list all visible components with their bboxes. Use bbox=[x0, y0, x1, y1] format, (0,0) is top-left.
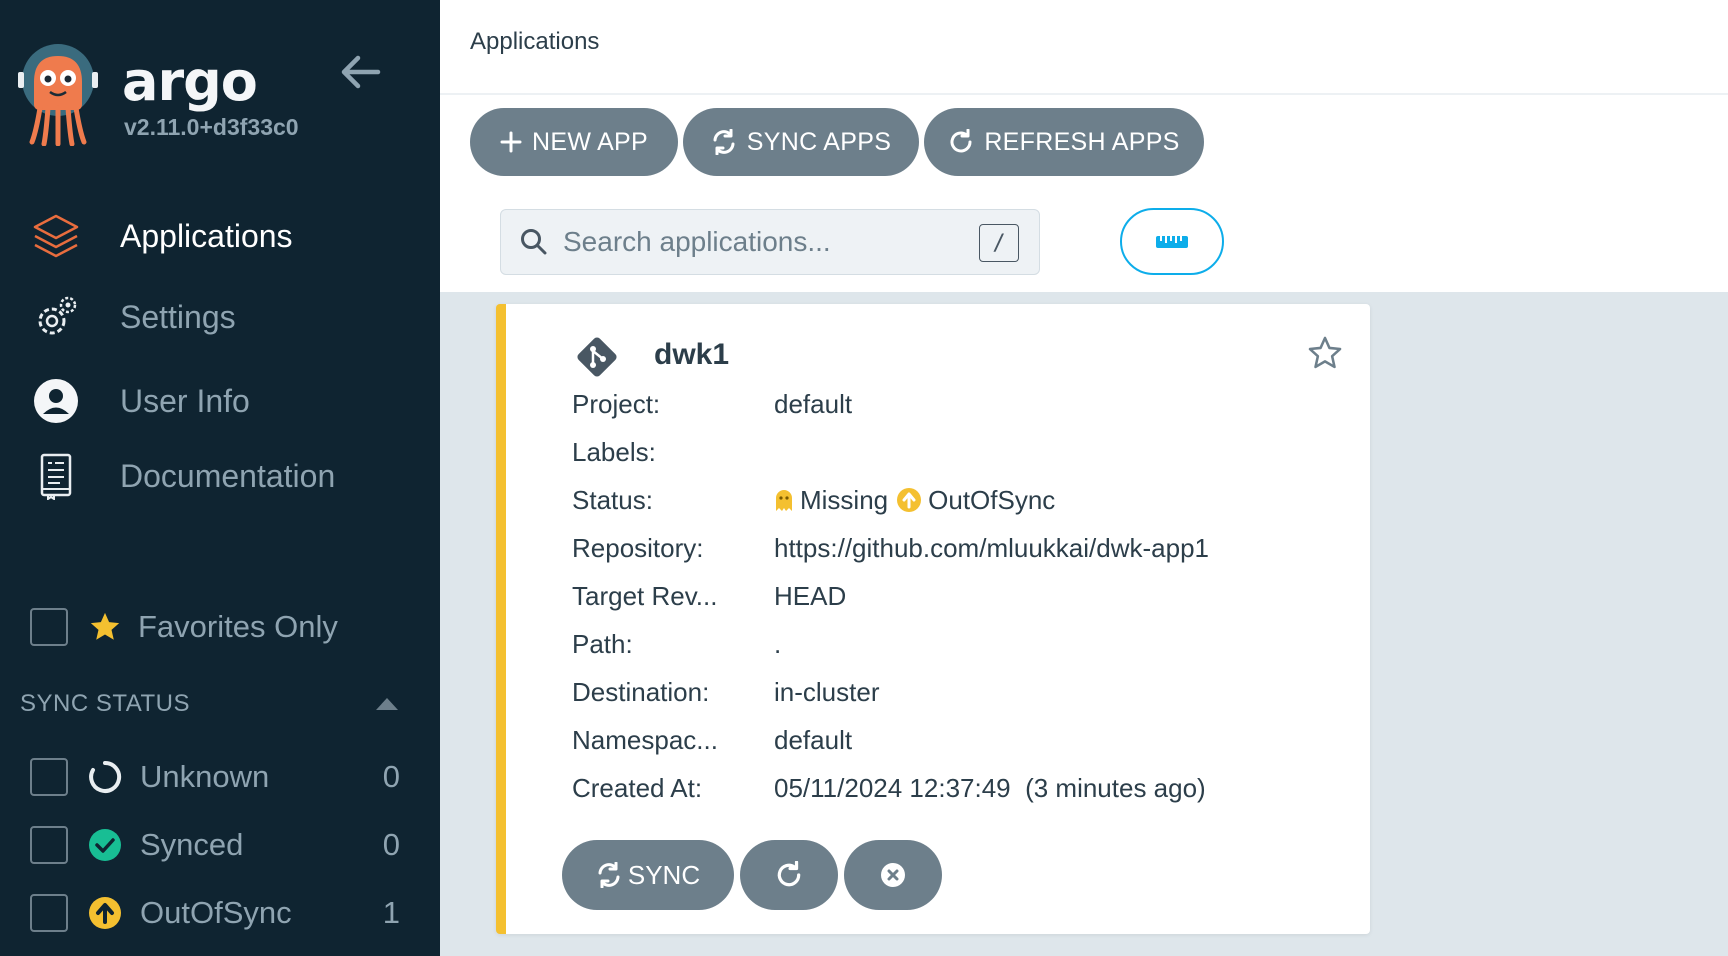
nav-applications[interactable]: Applications bbox=[28, 206, 293, 266]
application-card[interactable]: dwk1 Project: default Labels: Status: Mi… bbox=[496, 304, 1370, 934]
view-toggle-button[interactable] bbox=[1120, 208, 1224, 275]
filter-count: 0 bbox=[382, 759, 400, 794]
nav-label: Settings bbox=[120, 298, 236, 335]
arrow-up-circle-icon bbox=[897, 488, 922, 512]
check-circle-icon bbox=[89, 829, 121, 861]
favorites-only-filter[interactable]: Favorites Only bbox=[30, 608, 338, 646]
plus-icon bbox=[500, 131, 522, 153]
created-at-value: 05/11/2024 12:37:49 (3 minutes ago) bbox=[774, 772, 1206, 803]
refresh-icon bbox=[950, 129, 972, 153]
nav-user-info[interactable]: User Info bbox=[28, 371, 250, 431]
sync-status-title: SYNC STATUS bbox=[20, 690, 190, 717]
filter-unknown[interactable]: Unknown 0 bbox=[30, 755, 400, 799]
sync-icon bbox=[598, 862, 620, 888]
target-revision-value: HEAD bbox=[774, 580, 847, 611]
refresh-icon bbox=[777, 861, 801, 887]
argo-logo bbox=[18, 44, 98, 146]
search-icon bbox=[521, 229, 547, 255]
layers-icon bbox=[28, 208, 84, 264]
field-label: Labels: bbox=[572, 436, 656, 467]
sidebar: argo v2.11.0+d3f33c0 Applications Settin… bbox=[0, 0, 440, 956]
divider bbox=[440, 93, 1728, 95]
gears-icon bbox=[28, 289, 84, 345]
field-label: Namespac... bbox=[572, 724, 718, 755]
arrow-up-circle-icon bbox=[89, 897, 121, 929]
collapse-sidebar-arrow-icon[interactable] bbox=[338, 52, 384, 92]
project-value: default bbox=[774, 388, 853, 419]
search-input[interactable] bbox=[563, 226, 983, 258]
field-label: Project: bbox=[572, 388, 661, 419]
brand-name: argo bbox=[122, 50, 258, 113]
favorites-checkbox[interactable] bbox=[30, 608, 68, 646]
ruler-icon bbox=[1156, 235, 1188, 248]
sync-apps-button[interactable]: SYNC APPS bbox=[683, 108, 919, 176]
sync-status: OutOfSync bbox=[928, 484, 1056, 515]
filter-count: 1 bbox=[382, 895, 400, 930]
new-app-label: NEW APP bbox=[531, 127, 649, 156]
star-icon bbox=[90, 612, 120, 640]
health-status: Missing bbox=[800, 484, 889, 515]
destination-value: in-cluster bbox=[774, 676, 880, 707]
favorites-label: Favorites Only bbox=[138, 609, 338, 644]
field-label: Created At: bbox=[572, 772, 703, 803]
field-label: Repository: bbox=[572, 532, 704, 563]
filter-label: OutOfSync bbox=[140, 895, 292, 930]
refresh-apps-button[interactable]: REFRESH APPS bbox=[924, 108, 1204, 176]
sync-button[interactable]: SYNC bbox=[562, 840, 734, 910]
field-label: Status: bbox=[572, 484, 653, 515]
created-at-row: Created At: 05/11/2024 12:37:49 (3 minut… bbox=[572, 771, 1206, 805]
main-header: Applications NEW APP SYNC APPS REFRESH A… bbox=[440, 0, 1728, 292]
namespace-row: Namespac... default bbox=[572, 723, 852, 757]
version-label: v2.11.0+d3f33c0 bbox=[124, 114, 299, 140]
git-icon bbox=[577, 337, 617, 377]
shortcut-key-hint: / bbox=[979, 224, 1019, 262]
refresh-button[interactable] bbox=[740, 840, 838, 910]
namespace-value: default bbox=[774, 724, 853, 755]
app-name[interactable]: dwk1 bbox=[654, 338, 729, 372]
filter-label: Synced bbox=[140, 827, 244, 862]
user-icon bbox=[28, 373, 84, 429]
filter-checkbox[interactable] bbox=[30, 826, 68, 864]
book-icon bbox=[28, 448, 84, 504]
target-revision-row: Target Rev... HEAD bbox=[572, 579, 846, 613]
project-row: Project: default bbox=[572, 387, 852, 421]
filter-synced[interactable]: Synced 0 bbox=[30, 823, 400, 867]
page-title: Applications bbox=[470, 28, 600, 55]
destination-row: Destination: in-cluster bbox=[572, 675, 879, 709]
ghost-icon bbox=[776, 490, 792, 511]
delete-button[interactable] bbox=[844, 840, 942, 910]
nav-settings[interactable]: Settings bbox=[28, 287, 236, 347]
filter-checkbox[interactable] bbox=[30, 894, 68, 932]
caret-up-icon[interactable] bbox=[374, 694, 400, 712]
path-row: Path: . bbox=[572, 627, 781, 661]
close-circle-icon bbox=[881, 863, 905, 887]
field-label: Path: bbox=[572, 628, 633, 659]
sync-button-label: SYNC bbox=[627, 859, 701, 890]
filter-label: Unknown bbox=[140, 759, 270, 794]
nav-label: User Info bbox=[120, 382, 250, 419]
repository-row: Repository: https://github.com/mluukkai/… bbox=[572, 531, 1209, 565]
search-box[interactable]: / bbox=[500, 209, 1040, 275]
status-value: Missing OutOfSync bbox=[774, 485, 1055, 516]
repository-value[interactable]: https://github.com/mluukkai/dwk-app1 bbox=[774, 533, 1209, 564]
refresh-apps-label: REFRESH APPS bbox=[984, 127, 1180, 156]
status-row: Status: Missing OutOfSync bbox=[572, 483, 1055, 517]
new-app-button[interactable]: NEW APP bbox=[470, 108, 678, 176]
filter-outofsync[interactable]: OutOfSync 1 bbox=[30, 891, 400, 935]
filter-checkbox[interactable] bbox=[30, 758, 68, 796]
sync-icon bbox=[713, 129, 735, 155]
labels-row: Labels: bbox=[572, 435, 774, 469]
path-value: . bbox=[774, 628, 782, 659]
circle-notch-icon bbox=[89, 760, 122, 793]
sync-apps-label: SYNC APPS bbox=[746, 127, 892, 156]
nav-label: Applications bbox=[120, 217, 293, 254]
filter-count: 0 bbox=[382, 827, 400, 862]
field-label: Target Rev... bbox=[572, 580, 718, 611]
nav-documentation[interactable]: Documentation bbox=[28, 446, 335, 506]
nav-label: Documentation bbox=[120, 457, 336, 494]
field-label: Destination: bbox=[572, 676, 710, 707]
favorite-star-icon[interactable] bbox=[1306, 334, 1344, 372]
